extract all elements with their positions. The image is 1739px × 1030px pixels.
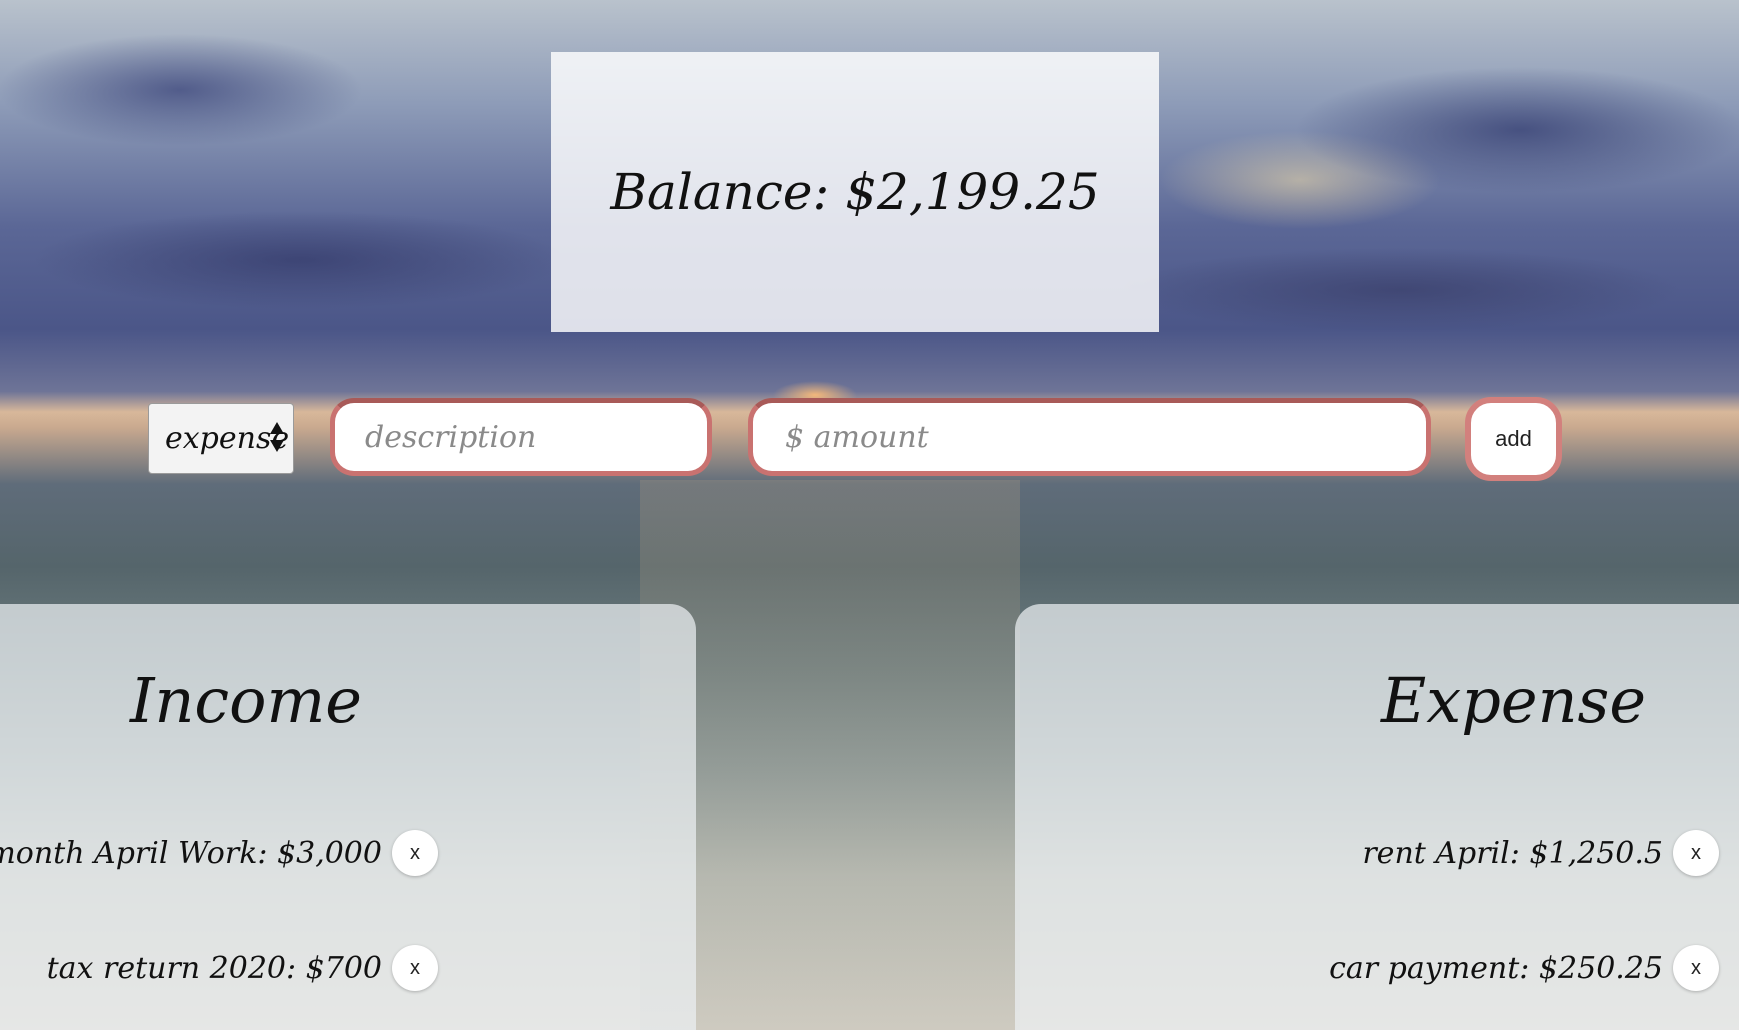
expense-panel: Expense rent April: $1,250.5 x car payme… [1015,604,1739,1030]
delete-income-button[interactable]: x [392,830,438,876]
expense-title: Expense [1381,664,1647,737]
income-item-label: tax return 2020: $700 [46,950,382,986]
delete-expense-button[interactable]: x [1673,830,1719,876]
up-down-arrows-icon [269,422,285,456]
balance-text: Balance: $2,199.25 [610,163,1100,221]
expense-item-label: car payment: $250.25 [1329,950,1663,986]
income-item-label: month April Work: $3,000 [0,835,382,871]
description-placeholder: description [365,419,537,455]
expense-item: rent April: $1,250.5 x [1362,830,1719,876]
delete-expense-button[interactable]: x [1673,945,1719,991]
income-panel: Income month April Work: $3,000 x tax re… [0,604,696,1030]
type-select[interactable]: expense [148,403,294,474]
amount-placeholder: $ amount [785,419,929,455]
add-button[interactable]: add [1465,397,1562,481]
income-item: tax return 2020: $700 x [47,945,438,991]
expense-item: car payment: $250.25 x [1329,945,1719,991]
delete-income-button[interactable]: x [392,945,438,991]
income-title: Income [130,664,362,737]
expense-item-label: rent April: $1,250.5 [1362,835,1663,871]
income-item: month April Work: $3,000 x [0,830,438,876]
amount-input[interactable]: $ amount [748,398,1431,476]
description-input[interactable]: description [330,398,712,476]
background-sea [640,480,1020,1030]
balance-card: Balance: $2,199.25 [551,52,1159,332]
